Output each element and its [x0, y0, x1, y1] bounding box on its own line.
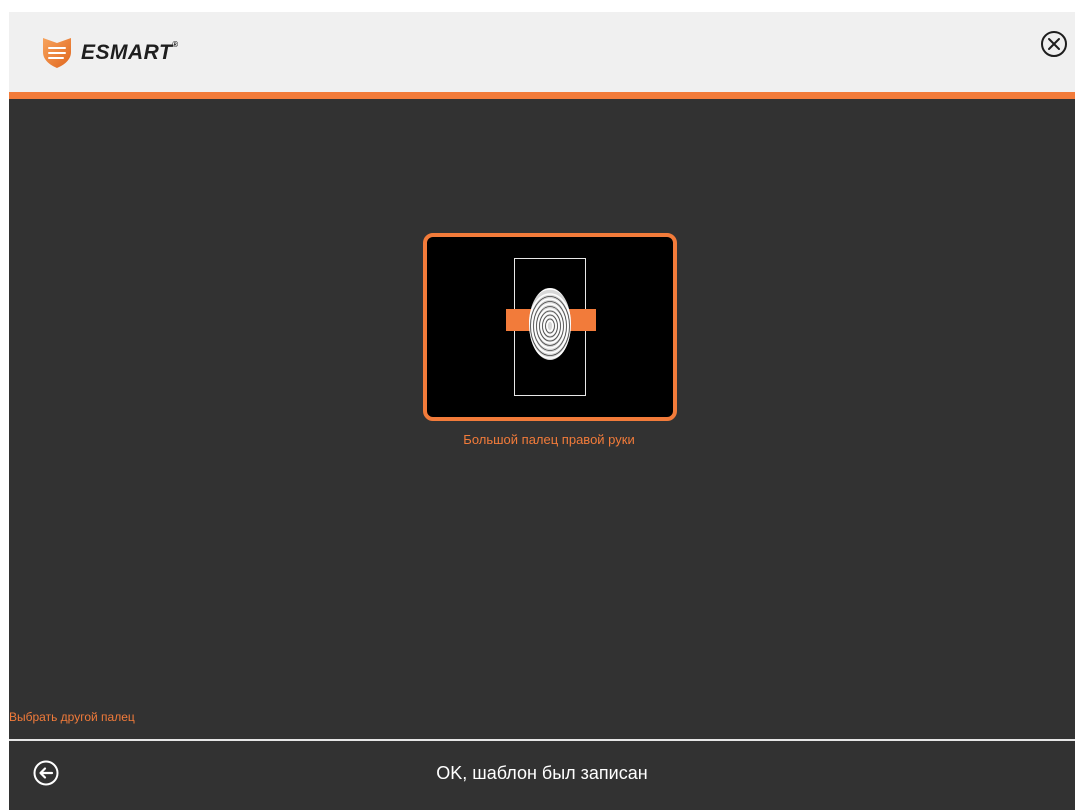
logo-text: ESMART: [81, 41, 173, 64]
header-accent-line: [9, 92, 1075, 99]
fingerprint-icon: [529, 288, 571, 360]
close-icon[interactable]: [1039, 29, 1069, 59]
title-bar: ESMART®: [9, 12, 1075, 92]
fingerprint-card[interactable]: [423, 233, 677, 421]
finger-label: Большой палец правой руки: [463, 432, 635, 447]
footer-bar: OK, шаблон был записан: [9, 741, 1075, 810]
esmart-logo: ESMART®: [39, 34, 179, 70]
status-message: OK, шаблон был записан: [436, 763, 648, 783]
shield-logo-icon: [43, 38, 71, 68]
enrollment-window: ESMART® Большой палец правой руки Выбрат…: [9, 12, 1075, 810]
main-content: Большой палец правой руки Выбрать другой…: [9, 99, 1075, 740]
choose-other-finger-link[interactable]: Выбрать другой палец: [9, 710, 135, 724]
registered-mark: ®: [172, 40, 179, 49]
